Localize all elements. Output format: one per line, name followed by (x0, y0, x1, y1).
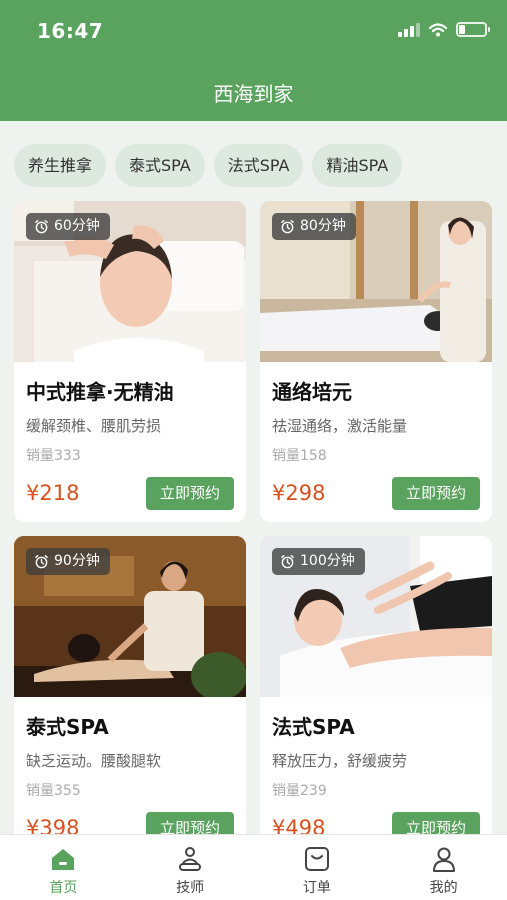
tab-label: 首页 (49, 880, 78, 896)
tab-label: 我的 (429, 880, 458, 896)
duration-text: 90分钟 (54, 553, 100, 569)
service-description: 缓解颈椎、腰肌劳损 (26, 417, 162, 435)
order-icon (304, 847, 329, 871)
duration-badge: 80分钟 (272, 213, 356, 240)
duration-badge: 60分钟 (26, 213, 110, 240)
category-chip[interactable]: 法式SPA (213, 144, 304, 187)
service-title: 泰式SPA (26, 715, 109, 739)
service-sales: 销量355 (26, 783, 81, 799)
alarm-clock-icon (35, 219, 48, 234)
duration-badge: 90分钟 (26, 548, 110, 575)
category-chip[interactable]: 泰式SPA (115, 144, 205, 187)
service-card[interactable]: 60分钟 中式推拿·无精油 缓解颈椎、腰肌劳损 销量333 ¥218 立即预约 (14, 201, 246, 522)
technician-icon (179, 847, 202, 871)
service-description: 祛湿通络，激活能量 (272, 417, 408, 435)
duration-badge: 100分钟 (272, 548, 365, 575)
service-card[interactable]: 90分钟 泰式SPA 缺乏运动。腰酸腿软 销量355 ¥398 立即预约 (14, 536, 246, 834)
page-title: 西海到家 (213, 82, 294, 106)
service-price: ¥218 (26, 481, 80, 505)
duration-text: 80分钟 (300, 218, 346, 234)
service-price: ¥498 (272, 816, 326, 834)
tab-home[interactable]: 首页 (0, 835, 127, 900)
service-price: ¥298 (272, 481, 326, 505)
category-chips: 养生推拿 泰式SPA 法式SPA 精油SPA (14, 144, 403, 187)
tab-technician[interactable]: 技师 (127, 835, 254, 900)
tab-orders[interactable]: 订单 (254, 835, 381, 900)
duration-text: 100分钟 (300, 553, 355, 569)
service-sales: 销量333 (26, 448, 81, 464)
service-card[interactable]: 100分钟 法式SPA 释放压力，舒缓疲劳 销量239 ¥498 立即预约 (260, 536, 492, 834)
wifi-icon (429, 22, 447, 36)
service-title: 通络培元 (272, 380, 352, 404)
bottom-tab-bar: 首页 技师 订单 我的 (0, 834, 507, 900)
service-card[interactable]: 80分钟 通络培元 祛湿通络，激活能量 销量158 ¥298 立即预约 (260, 201, 492, 522)
home-icon (52, 849, 75, 870)
category-chip[interactable]: 精油SPA (312, 144, 403, 187)
status-icons (398, 22, 490, 37)
battery-icon (456, 22, 490, 37)
status-time: 16:47 (37, 19, 104, 43)
book-now-button[interactable]: 立即预约 (146, 812, 234, 834)
service-description: 释放压力，舒缓疲劳 (272, 752, 408, 770)
signal-icon (398, 22, 420, 37)
book-now-button[interactable]: 立即预约 (146, 477, 234, 510)
service-sales: 销量239 (272, 783, 327, 799)
status-bar: 16:47 (0, 0, 507, 62)
book-now-button[interactable]: 立即预约 (392, 812, 480, 834)
category-chip[interactable]: 养生推拿 (14, 144, 107, 187)
profile-icon (432, 847, 455, 872)
service-price: ¥398 (26, 816, 80, 834)
duration-text: 60分钟 (54, 218, 100, 234)
alarm-clock-icon (281, 554, 294, 569)
tab-label: 订单 (302, 880, 331, 896)
alarm-clock-icon (35, 554, 48, 569)
book-now-button[interactable]: 立即预约 (392, 477, 480, 510)
service-title: 法式SPA (272, 715, 355, 739)
service-description: 缺乏运动。腰酸腿软 (26, 752, 162, 770)
tab-label: 技师 (176, 880, 205, 896)
tab-profile[interactable]: 我的 (380, 835, 507, 900)
service-title: 中式推拿·无精油 (26, 380, 174, 404)
header: 16:47 西海到家 (0, 0, 507, 121)
service-sales: 销量158 (272, 448, 327, 464)
alarm-clock-icon (281, 219, 294, 234)
